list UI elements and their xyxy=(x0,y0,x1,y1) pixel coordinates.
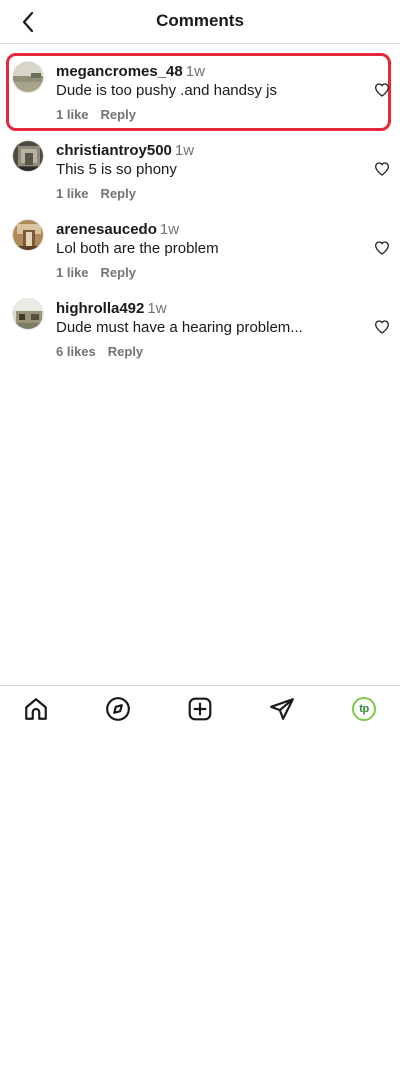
heart-icon xyxy=(375,162,389,176)
comment-time: 1w xyxy=(147,300,167,317)
page-title: Comments xyxy=(156,11,244,30)
comment-list: megancromes_48 1w Dude is too pushy .and … xyxy=(0,44,400,368)
comment-time: 1w xyxy=(174,142,195,159)
like-button[interactable] xyxy=(374,82,390,98)
comment-text: Dude is too pushy .and handsy js xyxy=(56,82,277,99)
bottom-tab-bar: tp xyxy=(0,685,400,731)
avatar[interactable] xyxy=(12,61,44,93)
comment-text: Dude must have a hearing problem... xyxy=(56,319,303,336)
comment-username[interactable]: christiantroy500 xyxy=(56,142,172,159)
comment-item: arenesaucedo 1w Lol both are the problem … xyxy=(0,210,400,289)
comment-item: christiantroy500 1w This 5 is so phony 1 … xyxy=(0,131,400,210)
like-button[interactable] xyxy=(374,319,390,335)
tab-profile[interactable]: tp xyxy=(349,694,379,724)
home-icon xyxy=(25,698,47,720)
comment-like-count[interactable]: 6 likes xyxy=(56,344,96,359)
reply-button[interactable]: Reply xyxy=(101,107,136,122)
avatar[interactable] xyxy=(12,298,44,330)
avatar[interactable] xyxy=(12,219,44,251)
direct-send-icon xyxy=(270,698,294,720)
comment-text: Lol both are the problem xyxy=(56,240,219,257)
avatar[interactable] xyxy=(12,140,44,172)
reply-button[interactable]: Reply xyxy=(101,265,136,280)
heart-icon xyxy=(375,320,389,334)
comment-like-count[interactable]: 1 like xyxy=(56,107,89,122)
tab-direct[interactable] xyxy=(267,694,297,724)
explore-compass-icon xyxy=(106,697,130,721)
comment-time: 1w xyxy=(159,221,180,238)
comment-username[interactable]: highrolla492 xyxy=(56,300,144,317)
heart-icon xyxy=(375,241,389,255)
tab-home[interactable] xyxy=(21,694,51,724)
comment-time: 1w xyxy=(185,63,205,80)
like-button[interactable] xyxy=(374,240,390,256)
tab-create[interactable] xyxy=(185,694,215,724)
tab-explore[interactable] xyxy=(103,694,133,724)
like-button[interactable] xyxy=(374,161,390,177)
create-plus-icon xyxy=(188,697,212,721)
reply-button[interactable]: Reply xyxy=(108,344,143,359)
comment-username[interactable]: megancromes_48 xyxy=(56,63,183,80)
heart-icon xyxy=(375,83,389,97)
reply-button[interactable]: Reply xyxy=(101,186,136,201)
comment-like-count[interactable]: 1 like xyxy=(56,265,89,280)
comment-item: megancromes_48 1w Dude is too pushy .and … xyxy=(0,52,400,131)
comment-like-count[interactable]: 1 like xyxy=(56,186,89,201)
comment-item: highrolla492 1w Dude must have a hearing … xyxy=(0,289,400,368)
header-bar: Comments xyxy=(0,0,400,44)
comment-text: This 5 is so phony xyxy=(56,161,177,178)
comment-username[interactable]: arenesaucedo xyxy=(56,221,157,238)
profile-avatar-icon: tp xyxy=(352,697,376,721)
